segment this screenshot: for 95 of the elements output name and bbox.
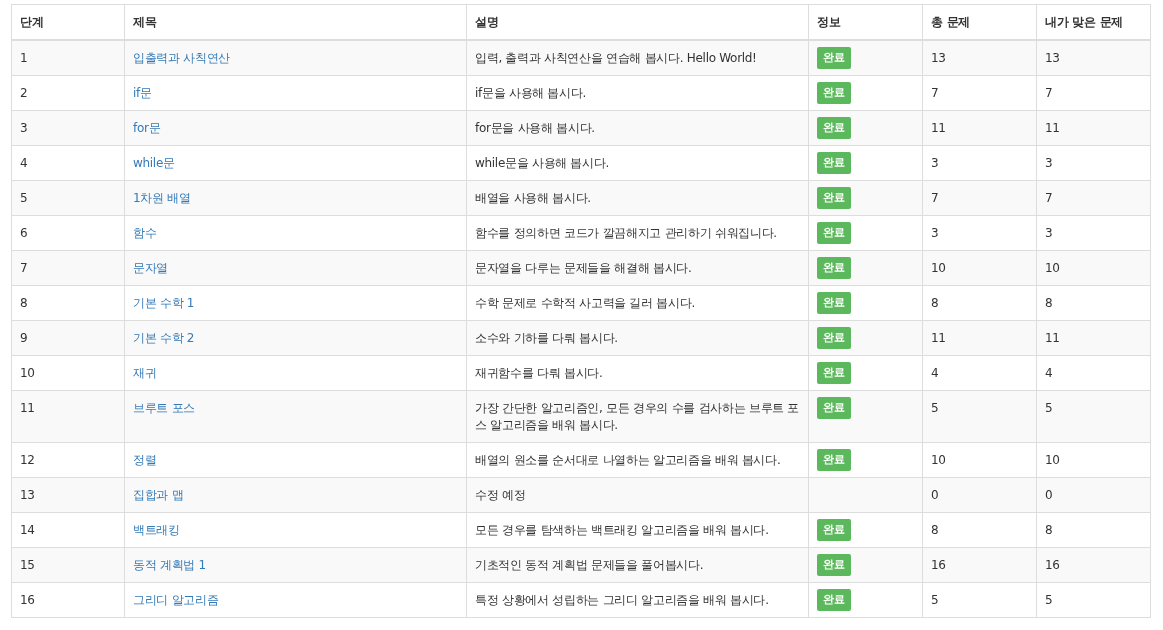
table-cell: 10 xyxy=(1036,442,1151,478)
table-cell: 함수를 정의하면 코드가 깔끔해지고 관리하기 쉬워집니다. xyxy=(466,215,809,251)
status-badge: 완료 xyxy=(817,187,851,209)
table-cell: 소수와 기하를 다뤄 봅시다. xyxy=(466,320,809,356)
table-cell: 4 xyxy=(922,355,1037,391)
table-cell: 입력, 출력과 사칙연산을 연습해 봅시다. Hello World! xyxy=(466,40,809,76)
table-cell: 문자열을 다루는 문제들을 해결해 봅시다. xyxy=(466,250,809,286)
table-cell: 5 xyxy=(922,390,1037,443)
table-cell: 수학 문제로 수학적 사고력을 길러 봅시다. xyxy=(466,285,809,321)
table-cell: 6 xyxy=(11,215,125,251)
table-cell: 8 xyxy=(1036,285,1151,321)
step-title-link[interactable]: if문 xyxy=(133,86,152,100)
table-cell: 특정 상황에서 성립하는 그리디 알고리즘을 배워 봅시다. xyxy=(466,582,809,618)
table-cell: 14 xyxy=(11,512,125,548)
status-badge: 완료 xyxy=(817,82,851,104)
step-title-link[interactable]: for문 xyxy=(133,121,161,135)
table-cell: 11 xyxy=(922,320,1037,356)
table-cell: 10 xyxy=(922,442,1037,478)
table-cell: 10 xyxy=(11,355,125,391)
step-title-link[interactable]: 1차원 배열 xyxy=(133,191,191,205)
step-title-link[interactable]: 입출력과 사칙연산 xyxy=(133,51,231,65)
table-cell: 5 xyxy=(11,180,125,216)
step-title-link[interactable]: 동적 계획법 1 xyxy=(133,558,206,572)
table-cell: 11 xyxy=(922,110,1037,146)
status-badge: 완료 xyxy=(817,397,851,419)
table-cell: 8 xyxy=(1036,512,1151,548)
table-cell: 5 xyxy=(1036,582,1151,618)
table-cell: 11 xyxy=(1036,320,1151,356)
table-cell: for문을 사용해 봅시다. xyxy=(466,110,809,146)
status-badge: 완료 xyxy=(817,362,851,384)
step-title-link[interactable]: 정렬 xyxy=(133,453,157,467)
step-title-link[interactable]: 기본 수학 2 xyxy=(133,331,195,345)
table-cell: 재귀함수를 다뤄 봅시다. xyxy=(466,355,809,391)
table-cell: 10 xyxy=(1036,250,1151,286)
table-cell: 가장 간단한 알고리즘인, 모든 경우의 수를 검사하는 브루트 포스 알고리즘을 배워 봅시다. xyxy=(466,390,809,443)
step-title-link[interactable]: 백트래킹 xyxy=(133,523,180,537)
table-cell: 7 xyxy=(11,250,125,286)
table-cell: 1 xyxy=(11,40,125,76)
table-cell: 9 xyxy=(11,320,125,356)
table-cell: 3 xyxy=(1036,145,1151,181)
step-title-link[interactable]: while문 xyxy=(133,156,175,170)
table-cell: 7 xyxy=(1036,180,1151,216)
table-cell: 수정 예정 xyxy=(466,477,809,513)
table-cell: 15 xyxy=(11,547,125,583)
table-cell: 3 xyxy=(922,215,1037,251)
table-cell: 7 xyxy=(922,180,1037,216)
table-cell: 8 xyxy=(922,285,1037,321)
status-badge: 완료 xyxy=(817,222,851,244)
step-title-link[interactable]: 기본 수학 1 xyxy=(133,296,195,310)
table-cell: 16 xyxy=(922,547,1037,583)
table-cell: 8 xyxy=(922,512,1037,548)
step-title-link[interactable]: 문자열 xyxy=(133,261,169,275)
status-badge: 완료 xyxy=(817,519,851,541)
table-cell: 배열을 사용해 봅시다. xyxy=(466,180,809,216)
table-cell: 기초적인 동적 계획법 문제들을 풀어봅시다. xyxy=(466,547,809,583)
step-title-link[interactable]: 재귀 xyxy=(133,366,157,380)
step-title-link[interactable]: 브루트 포스 xyxy=(133,401,195,415)
table-cell: 4 xyxy=(1036,355,1151,391)
status-badge: 완료 xyxy=(817,117,851,139)
status-badge: 완료 xyxy=(817,589,851,611)
table-cell: while문을 사용해 봅시다. xyxy=(466,145,809,181)
status-badge: 완료 xyxy=(817,152,851,174)
table-cell: 11 xyxy=(11,390,125,443)
table-cell: 12 xyxy=(11,442,125,478)
table-cell: 3 xyxy=(1036,215,1151,251)
table-cell: 2 xyxy=(11,75,125,111)
status-badge: 완료 xyxy=(817,47,851,69)
status-badge: 완료 xyxy=(817,292,851,314)
step-title-link[interactable]: 함수 xyxy=(133,226,157,240)
table-cell: 13 xyxy=(1036,40,1151,76)
table-cell: 0 xyxy=(1036,477,1151,513)
table-cell: 0 xyxy=(922,477,1037,513)
table-cell: 13 xyxy=(922,40,1037,76)
table-cell: 16 xyxy=(11,582,125,618)
table-cell: if문을 사용해 봅시다. xyxy=(466,75,809,111)
table-cell: 16 xyxy=(1036,547,1151,583)
table-cell: 11 xyxy=(1036,110,1151,146)
table-cell: 3 xyxy=(11,110,125,146)
table-cell: 8 xyxy=(11,285,125,321)
table-cell: 13 xyxy=(11,477,125,513)
table-cell: 5 xyxy=(922,582,1037,618)
status-badge: 완료 xyxy=(817,327,851,349)
step-title-link[interactable]: 집합과 맵 xyxy=(133,488,184,502)
table-cell: 모든 경우를 탐색하는 백트래킹 알고리즘을 배워 봅시다. xyxy=(466,512,809,548)
table-cell: 10 xyxy=(922,250,1037,286)
step-title-link[interactable]: 그리디 알고리즘 xyxy=(133,593,219,607)
table-cell: 배열의 원소를 순서대로 나열하는 알고리즘을 배워 봅시다. xyxy=(466,442,809,478)
table-cell: 5 xyxy=(1036,390,1151,443)
table-cell: 4 xyxy=(11,145,125,181)
status-badge: 완료 xyxy=(817,554,851,576)
table-cell: 7 xyxy=(1036,75,1151,111)
table-cell: 3 xyxy=(922,145,1037,181)
status-badge: 완료 xyxy=(817,257,851,279)
table-cell: 7 xyxy=(922,75,1037,111)
status-badge: 완료 xyxy=(817,449,851,471)
